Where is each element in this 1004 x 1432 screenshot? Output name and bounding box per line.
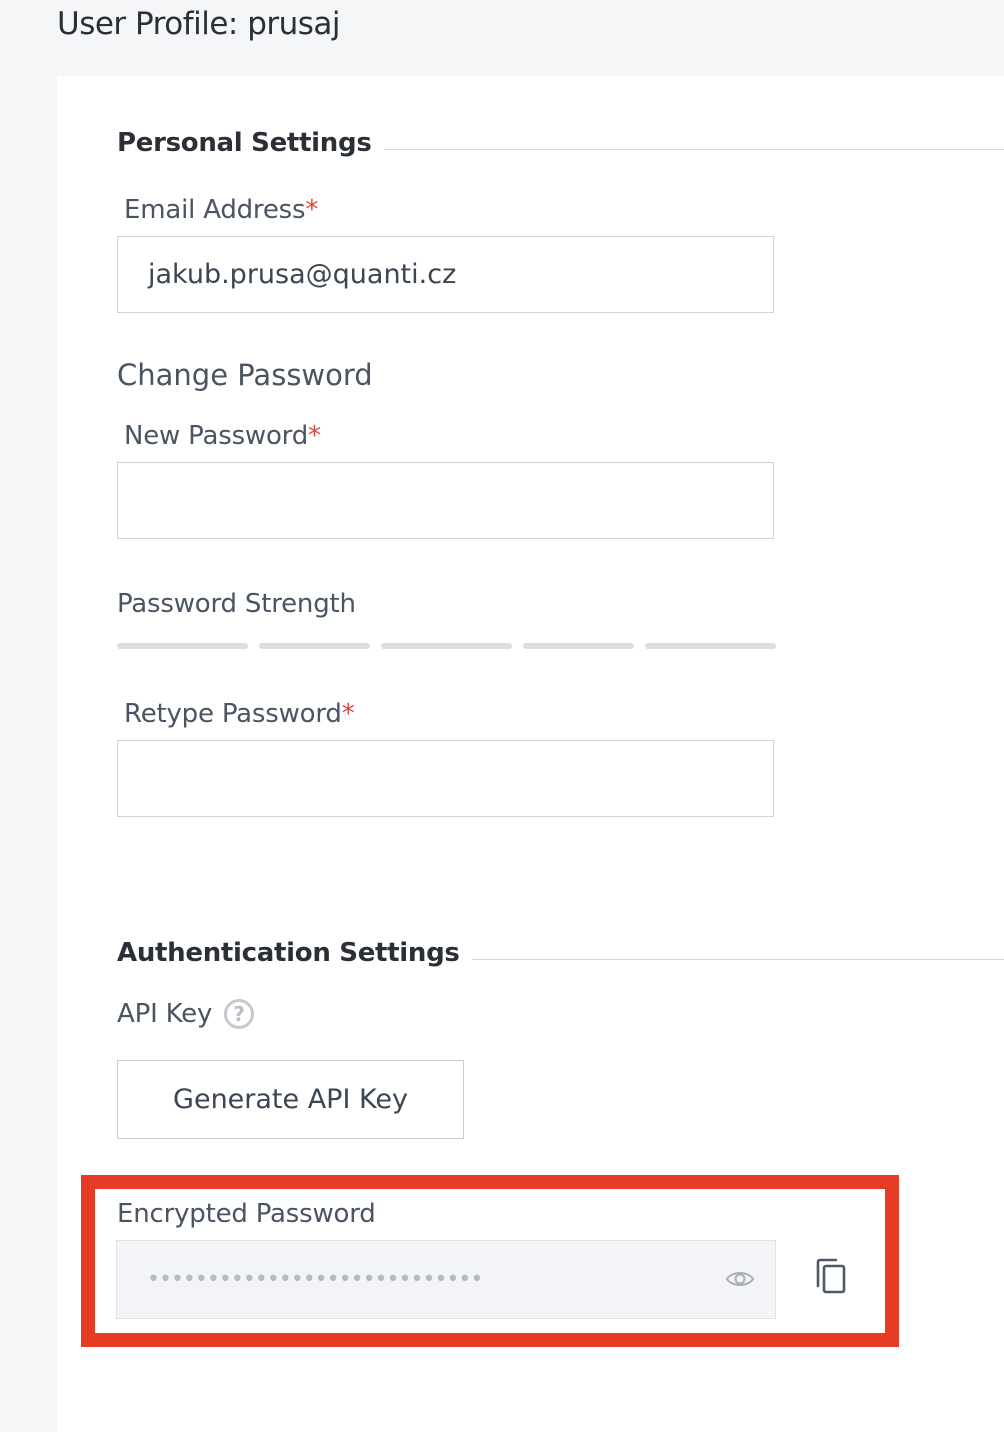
password-strength-segment-3 [381,643,512,649]
retype-password-label: Retype Password* [124,699,355,729]
authentication-settings-title: Authentication Settings [117,938,460,968]
encrypted-password-field[interactable]: •••••••••••••••••••••••••••• [116,1240,776,1319]
api-key-label: API Key [117,999,213,1029]
required-asterisk: * [305,195,319,225]
new-password-input[interactable] [117,462,774,539]
change-password-heading: Change Password [117,358,373,392]
page-title: User Profile: prusaj [57,6,341,42]
email-value: jakub.prusa@quanti.cz [148,259,457,290]
section-divider [471,958,1004,960]
password-strength-label: Password Strength [117,589,356,619]
retype-password-input[interactable] [117,740,774,817]
retype-password-label-text: Retype Password [124,699,342,729]
required-asterisk: * [308,421,321,451]
password-strength-segment-5 [645,643,776,649]
question-circle-icon[interactable]: ? [224,999,254,1029]
new-password-label-text: New Password [124,421,309,451]
new-password-label: New Password* [124,421,321,451]
copy-icon[interactable] [814,1258,848,1294]
email-label: Email Address* [124,195,318,225]
password-strength-segment-4 [523,643,634,649]
personal-settings-title: Personal Settings [117,128,372,158]
authentication-settings-header: Authentication Settings [117,938,1004,968]
personal-settings-header: Personal Settings [117,128,1004,158]
section-divider [383,148,1004,150]
password-strength-segment-1 [117,643,248,649]
password-strength-segment-2 [259,643,370,649]
generate-api-key-button[interactable]: Generate API Key [117,1060,464,1139]
encrypted-password-label: Encrypted Password [117,1199,376,1229]
eye-icon[interactable] [725,1266,755,1292]
email-label-text: Email Address [124,195,306,225]
email-field[interactable]: jakub.prusa@quanti.cz [117,236,774,313]
required-asterisk: * [341,699,355,729]
encrypted-password-masked-value: •••••••••••••••••••••••••••• [147,1267,483,1292]
